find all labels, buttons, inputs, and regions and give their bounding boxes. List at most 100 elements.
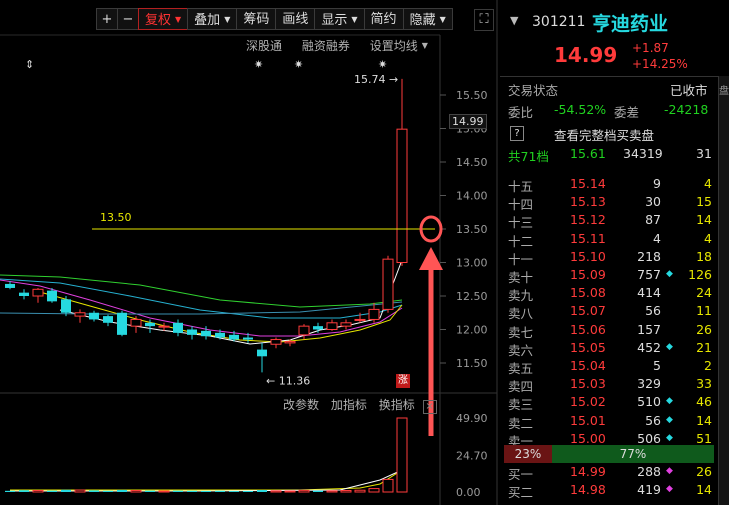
set-ma-link[interactable]: 设置均线 ▼ (370, 39, 428, 53)
price-tick-label: 12.50 (456, 290, 488, 303)
event-star-icon: ✷ (378, 58, 387, 71)
stock-name: 亨迪药业 (592, 13, 669, 35)
volume-bar (74, 489, 86, 493)
candle-body (354, 318, 366, 321)
candle-body (158, 325, 170, 328)
volume-bar (313, 490, 323, 492)
volume-bar (396, 417, 408, 493)
volume-bar (270, 490, 282, 493)
ma60-line (0, 274, 403, 308)
fullscreen-icon[interactable]: ⛶ (474, 9, 494, 31)
margin-trading-link[interactable]: 融资融券 (302, 39, 350, 53)
question-icon[interactable]: ? (510, 126, 524, 141)
candlestick-series (5, 78, 408, 373)
price-tick-label: 14.00 (456, 190, 488, 203)
toolbar-button-1[interactable]: − (117, 8, 139, 30)
price-change: +1.87 +14.25% (632, 41, 688, 71)
ask-level: 十二 15.11 4 4 (508, 230, 712, 249)
change-params-link[interactable]: 改参数 (283, 398, 319, 412)
candle-body (145, 322, 155, 327)
limit-up-badge: 涨 (396, 374, 410, 388)
toolbar-button-5[interactable]: 画线 (275, 8, 316, 30)
volume-bar (47, 490, 57, 492)
price-tick-label: 15.50 (456, 89, 488, 102)
volume-bar (103, 490, 113, 492)
chevron-down-icon: ▼ (351, 15, 358, 24)
volume-bar (145, 490, 155, 492)
chevron-down-icon: ▼ (439, 15, 446, 24)
full-book-row[interactable]: ? 查看完整档买卖盘 (500, 125, 729, 143)
candle-body (103, 316, 113, 323)
add-indicator-link[interactable]: 加指标 (331, 398, 367, 412)
volume-bar (5, 490, 15, 492)
full-book-link[interactable]: 查看完整档买卖盘 (554, 125, 654, 144)
volume-ma-line (10, 469, 403, 491)
candle-body (368, 308, 380, 320)
candle-body (215, 332, 225, 338)
candle-body (117, 312, 127, 335)
volume-bar (354, 489, 366, 493)
toolbar-button-7[interactable]: 简约 (363, 8, 404, 30)
price-tick-label: 14.50 (456, 156, 488, 169)
candle-body (340, 322, 352, 327)
candle-body (382, 258, 394, 310)
chart-frame (0, 0, 498, 505)
volume-bar (368, 488, 380, 493)
highlight-arrow-head (419, 247, 443, 270)
buy-ratio: 77% (552, 445, 714, 463)
quote-panel: ▼ 301211 亨迪药业 14.99 +1.87 +14.25% 交易状态 已… (500, 0, 729, 505)
volume-bar (284, 490, 296, 493)
toolbar-button-4[interactable]: 筹码 (236, 8, 277, 30)
ask-level: 十一 15.10 218 18 (508, 248, 712, 267)
dropdown-arrow-icon[interactable]: ▼ (510, 14, 518, 27)
candle-body (326, 322, 338, 330)
close-icon[interactable]: × (422, 400, 437, 414)
reference-line-label: 13.50 (100, 211, 132, 224)
updown-icon: ⇕ (25, 58, 34, 71)
candle-body (270, 339, 282, 345)
toolbar-button-2[interactable]: 复权 ▼ (138, 8, 189, 30)
candle-body (61, 299, 71, 313)
volume-tick-label: 24.70 (456, 449, 488, 462)
weibi-row: 委比 -54.52% 委差 -24218 (508, 102, 709, 120)
candle-body (257, 349, 267, 357)
candle-body (32, 288, 44, 297)
low-price-label: ← 11.36 (266, 374, 310, 387)
annotations: 13.50 15.74 → ← 11.36 ✷ ✷ ✷ ⇕ (25, 58, 443, 436)
swap-indicator-link[interactable]: 换指标 (379, 398, 415, 412)
candle-body (5, 283, 15, 288)
candle-body (19, 292, 29, 296)
price-tick-label: 13.00 (456, 257, 488, 270)
bid-level: 买二 14.98 419 ◆ 14 (508, 482, 712, 500)
ask-level: 卖七 15.06 157 26 (508, 321, 712, 340)
volume-tick-label: 0.00 (456, 486, 481, 499)
volume-bar (201, 490, 211, 492)
chart-toolbar: + − 复权 ▼ 叠加 ▼ 筹码 画线 显示 ▼ 简约 隐藏 ▼ (96, 8, 453, 30)
toolbar-button-8[interactable]: 隐藏 ▼ (402, 8, 453, 30)
toolbar-button-6[interactable]: 显示 ▼ (314, 8, 365, 30)
toolbar-button-0[interactable]: + (96, 8, 118, 30)
ask-level: 卖三 15.02 510 ◆ 46 (508, 394, 712, 413)
volume-bar (173, 490, 183, 492)
volume-bar (117, 489, 127, 492)
volume-bar (19, 490, 29, 492)
event-star-icon: ✷ (254, 58, 263, 71)
event-star-icon: ✷ (294, 58, 303, 71)
volume-bar (215, 490, 225, 492)
shen-gu-tong-link[interactable]: 深股通 (246, 39, 282, 53)
kline-chart[interactable]: 13.5015.74 →← 11.36✷ ✷ ✷⇕ 15.5015.0014.501… (0, 0, 500, 505)
total-levels-row: 共71档 15.61 34319 31 (508, 146, 712, 164)
candle-body (313, 326, 323, 330)
side-tab-strip[interactable]: 盘 (718, 76, 729, 505)
ma30-line (0, 278, 403, 319)
chart-sublinks: 深股通 融资融券 设置均线 ▼ (246, 37, 444, 54)
volume-bar (298, 489, 310, 493)
price-tick-label: 12.00 (456, 324, 488, 337)
volume-bars (5, 417, 408, 493)
ask-level: 卖四 15.03 329 33 (508, 376, 712, 395)
candle-body (229, 334, 239, 340)
bid-level: 买一 14.99 288 ◆ 26 (508, 464, 712, 482)
toolbar-button-3[interactable]: 叠加 ▼ (187, 8, 238, 30)
ask-level: 卖八 15.07 56 11 (508, 303, 712, 322)
volume-bar (158, 490, 170, 493)
